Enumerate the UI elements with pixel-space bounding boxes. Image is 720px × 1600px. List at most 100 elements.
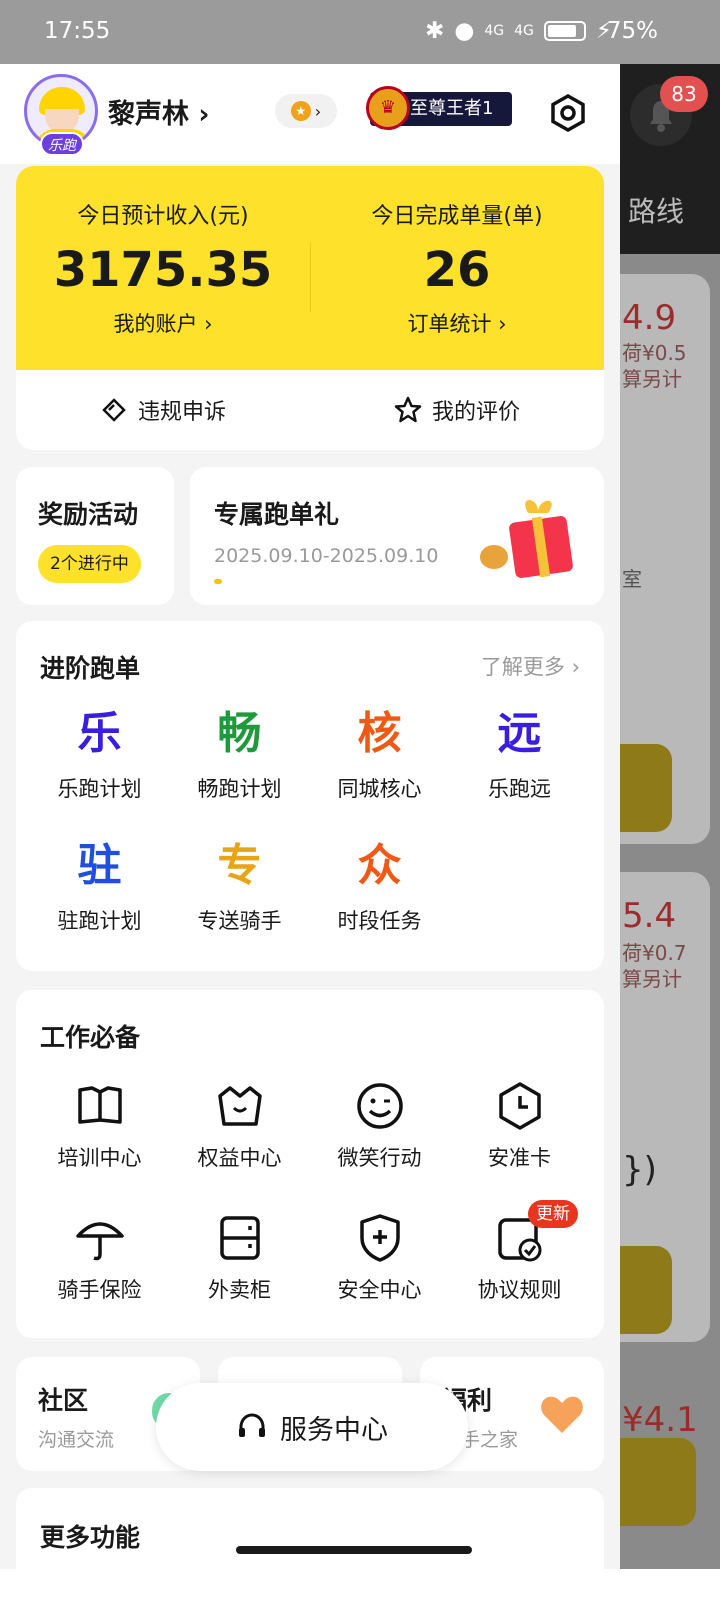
orders-value: 26 [423,242,491,298]
more-features-title: 更多功能 [40,1523,141,1552]
background-text-room: 室 [622,567,642,591]
gift-icon [480,500,573,578]
work-item[interactable]: 安准卡 [446,1080,593,1172]
income-label: 今日预计收入(元) [77,204,249,229]
crown-icon: ♛ [366,86,410,130]
status-time: 17:55 [44,18,111,44]
work-label: 培训中心 [57,1146,142,1170]
new-badge: 更新 [528,1200,578,1228]
settings-icon[interactable] [549,93,587,133]
work-item[interactable]: 微笑行动 [306,1080,453,1172]
advanced-item[interactable]: 乐乐跑计划 [26,705,173,803]
advanced-item[interactable]: 远乐跑远 [446,705,593,803]
background-price-3: ¥4.1 [622,1400,698,1440]
chevron-right-icon: › [198,99,210,130]
pen-icon [102,398,126,422]
service-center-button[interactable]: 服务中心 [156,1383,468,1471]
clock-icon [494,1080,546,1132]
heart-icon [541,1396,583,1433]
background-text-4: 算另计 [622,967,682,991]
headset-icon [239,1413,265,1437]
avatar-tag: 乐跑 [40,132,84,156]
plan-label: 同城核心 [337,777,422,801]
level-pill[interactable]: ★ › [275,94,337,128]
work-section: 工作必备 培训中心 权益中心 微笑行动 安准卡 骑手保险 外卖柜 安全中心 更新 协议规则 [16,990,604,1338]
plan-label: 时段任务 [337,909,422,933]
service-center-label: 服务中心 [280,1414,388,1446]
work-item[interactable]: 外卖柜 [166,1212,313,1304]
promo-card[interactable]: 专属跑单礼 2025.09.10-2025.09.10 [190,467,604,605]
signal-icon-2: 4G [514,23,534,39]
more-features-card: 更多功能 [16,1488,604,1569]
income-actions: 违规申诉 我的评价 [16,370,604,450]
learn-more-link[interactable]: 了解更多 › [481,651,580,681]
background-paren: }) [622,1150,657,1190]
shield-icon [354,1212,406,1264]
background-button-1 [620,744,672,832]
background-text-2: 算另计 [622,367,682,391]
rewards-card[interactable]: 奖励活动 2个进行中 [16,467,174,605]
rank-label: 至尊王者1 [410,98,494,119]
orders-label: 今日完成单量(单) [371,204,543,229]
advanced-item[interactable]: 核同城核心 [306,705,453,803]
rating-button[interactable]: 我的评价 [310,370,604,450]
background-button-2 [620,1246,672,1334]
background-text-1: 荷¥0.5 [622,341,687,365]
plan-label: 乐跑远 [488,777,551,801]
plan-label: 乐跑计划 [57,777,142,801]
plan-icon: 畅 [217,708,262,759]
work-item[interactable]: 权益中心 [166,1080,313,1172]
advanced-title: 进阶跑单 [40,654,141,683]
plan-icon: 驻 [77,840,122,891]
order-stats-link[interactable]: 订单统计 › [310,308,604,338]
profile-header: 乐跑 黎声林 › ★ › ♛ 至尊王者1 [0,64,620,164]
rank-badge[interactable]: ♛ 至尊王者1 [366,86,512,130]
work-label: 骑手保险 [57,1278,142,1302]
work-label: 安准卡 [488,1146,551,1170]
plan-icon: 远 [497,708,542,759]
work-label: 外卖柜 [208,1278,271,1302]
advanced-item[interactable]: 众时段任务 [306,837,453,935]
work-item[interactable]: 骑手保险 [26,1212,173,1304]
plan-label: 驻跑计划 [57,909,142,933]
work-item[interactable]: 培训中心 [26,1080,173,1172]
income-column: 今日预计收入(元) 3175.35 我的账户 › [16,198,310,338]
income-summary: 今日预计收入(元) 3175.35 我的账户 › 今日完成单量(单) 26 订单… [16,166,604,370]
work-item[interactable]: 更新协议规则 [446,1200,593,1304]
work-item[interactable]: 安全中心 [306,1212,453,1304]
promo-title: 专属跑单礼 [214,500,340,529]
background-route-label: 路线 [628,195,685,228]
my-account-link[interactable]: 我的账户 › [16,308,310,338]
rating-label: 我的评价 [431,400,520,425]
background-button-3 [620,1438,696,1526]
nav-bar [0,1569,720,1600]
locker-icon [214,1212,266,1264]
umbrella-icon [74,1212,126,1264]
community-title: 社区 [38,1386,89,1415]
income-card: 今日预计收入(元) 3175.35 我的账户 › 今日完成单量(单) 26 订单… [16,166,604,450]
notification-badge: 83 [660,76,708,112]
location-icon: ● [454,18,475,44]
plan-icon: 众 [357,840,402,891]
appeal-button[interactable]: 违规申诉 [16,370,310,450]
user-name: 黎声林 [108,99,189,130]
rewards-status-badge: 2个进行中 [38,545,141,583]
background-price-1: 4.9 [622,298,677,338]
plan-label: 畅跑计划 [197,777,282,801]
advanced-item[interactable]: 专专送骑手 [166,837,313,935]
promo-dates: 2025.09.10-2025.09.10 [214,545,439,567]
work-label: 微笑行动 [337,1146,422,1170]
work-label: 协议规则 [477,1278,562,1302]
work-title: 工作必备 [40,1023,141,1052]
home-indicator[interactable] [236,1546,472,1554]
plan-icon: 乐 [77,708,122,759]
star-medal-icon: ★ [290,101,311,121]
user-name-link[interactable]: 黎声林 › [108,92,210,131]
plan-icon: 核 [357,708,402,759]
star-icon [394,396,422,423]
advanced-item[interactable]: 驻驻跑计划 [26,837,173,935]
advanced-section: 进阶跑单 了解更多 › 乐乐跑计划畅畅跑计划核同城核心远乐跑远驻驻跑计划专专送骑… [16,621,604,971]
battery-icon [543,21,586,41]
advanced-item[interactable]: 畅畅跑计划 [166,705,313,803]
side-drawer: 乐跑 黎声林 › ★ › ♛ 至尊王者1 今日预计收入(元) 3175.35 我… [0,64,620,1569]
